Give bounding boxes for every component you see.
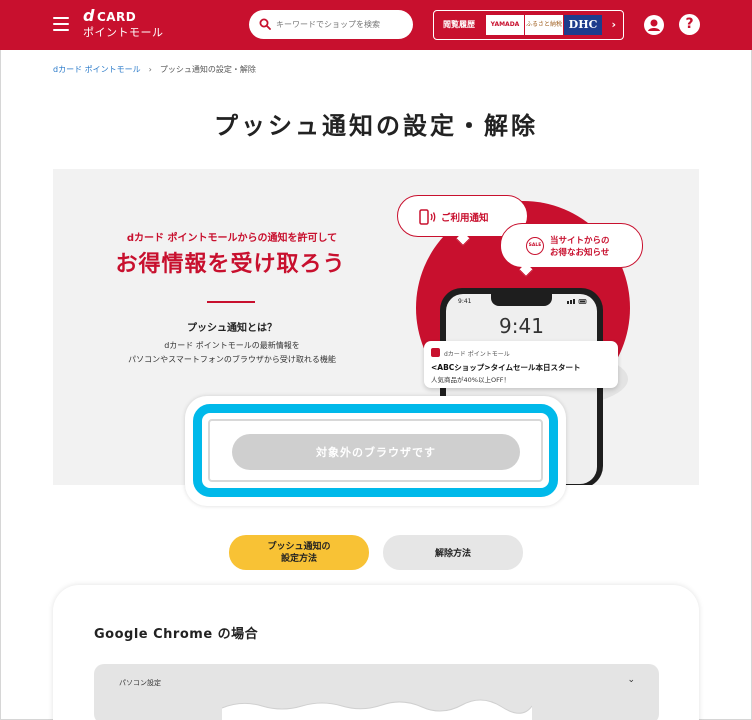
search-box[interactable] [249, 10, 413, 39]
chevron-right-icon: › [611, 18, 616, 31]
accordion-label: パソコン設定 [119, 679, 161, 687]
notification-body: 人気商品が40%以上OFF！ [431, 376, 511, 384]
phone-notch [491, 294, 552, 306]
hero-headline: お得情報を受け取ろう [115, 252, 346, 277]
hero-description: dカード ポイントモールの最新情報を パソコンやスマートフォンのブラウザから受け… [93, 339, 371, 367]
history-label: 閲覧履歴 [443, 20, 475, 29]
history-thumb-furusato[interactable]: ふるさと納税 [525, 15, 563, 35]
site-logo[interactable]: d CARD ポイントモール [83, 6, 164, 39]
unsupported-browser-button[interactable]: 対象外のブラウザです [232, 434, 520, 470]
breadcrumb: dカード ポイントモール › プッシュ通知の設定・解除 [53, 64, 256, 75]
bubble-deals-line1: 当サイトからの [550, 236, 610, 246]
tab-remove-method[interactable]: 解除方法 [383, 535, 523, 570]
phone-clock: 9:41 [499, 314, 544, 338]
page-title: プッシュ通知の設定・解除 [214, 112, 538, 140]
torn-edge-decoration [222, 699, 532, 720]
breadcrumb-current: プッシュ通知の設定・解除 [159, 65, 256, 74]
app-icon [431, 348, 440, 357]
phone-vibrate-icon [419, 209, 436, 225]
hero-desc-line1: dカード ポイントモールの最新情報を [164, 341, 300, 350]
search-icon [259, 18, 271, 30]
bubble-deals-text: 当サイトからの お得なお知らせ [550, 235, 610, 259]
logo-d: d [83, 6, 95, 25]
bubble-usage-text: ご利用通知 [441, 213, 489, 224]
tab-setup-method[interactable]: プッシュ通知の 設定方法 [229, 535, 369, 570]
logo-subtitle: ポイントモール [83, 26, 164, 39]
bubble-deals-line2: お得なお知らせ [550, 248, 610, 258]
breadcrumb-separator: › [148, 65, 152, 74]
phone-status-time: 9:41 [458, 298, 472, 305]
notification-title: <ABCショップ>タイムセール本日スタート [431, 363, 581, 372]
logo-card: CARD [96, 10, 137, 24]
help-icon[interactable]: ? [679, 14, 700, 35]
browsing-history-button[interactable]: 閲覧履歴 YAMADA ふるさと納税 DHC › [433, 10, 624, 40]
user-icon[interactable] [644, 15, 664, 35]
hero-question: プッシュ通知とは？ [187, 323, 277, 334]
site-header: dCARD ポイントモール 閲覧履歴 YAMADA ふるさと納税 DHC › ? [0, 0, 752, 50]
notification-card: dカード ポイントモール <ABCショップ>タイムセール本日スタート 人気商品が… [424, 341, 618, 388]
sale-badge-icon: SALE [526, 237, 544, 255]
hero-desc-line2: パソコンやスマートフォンのブラウザから受け取れる機能 [128, 355, 336, 364]
tab-setup-line2: 設定方法 [280, 553, 317, 564]
hero-subtitle: dカード ポイントモールからの通知を許可して [126, 233, 338, 244]
section-title: Google Chrome の場合 [94, 627, 259, 642]
search-input[interactable] [276, 16, 404, 33]
breadcrumb-home[interactable]: dカード ポイントモール [53, 65, 141, 74]
notification-app-name: dカード ポイントモール [444, 351, 510, 358]
hero-divider [207, 301, 255, 303]
tab-setup-line1: プッシュ通知の [267, 541, 331, 552]
speech-bubble-deals: SALE 当サイトからの お得なお知らせ [500, 223, 643, 278]
signal-battery-icon [567, 299, 587, 304]
hamburger-menu-icon[interactable] [53, 17, 69, 31]
history-thumb-dhc[interactable]: DHC [564, 15, 602, 35]
history-thumb-yamada[interactable]: YAMADA [486, 15, 524, 35]
chevron-down-icon: ⌄ [627, 675, 635, 685]
